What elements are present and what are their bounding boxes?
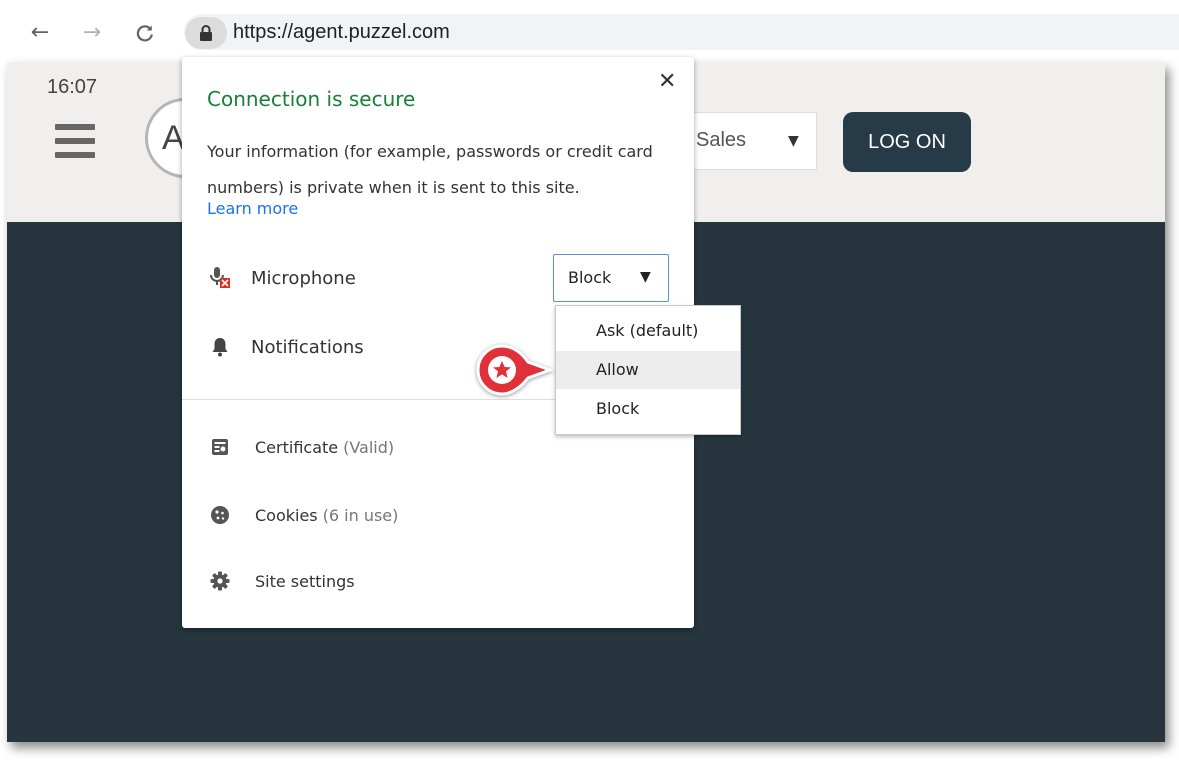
caret-down-icon: ▼ (788, 133, 799, 149)
certificate-status: (Valid) (343, 437, 395, 457)
option-block[interactable]: Block (556, 390, 740, 428)
site-settings-label: Site settings (255, 571, 355, 591)
connection-description: Your information (for example, passwords… (207, 142, 653, 197)
permission-label: Notifications (251, 336, 364, 358)
close-icon[interactable]: ✕ (658, 69, 676, 94)
certificate-label: Certificate (255, 437, 339, 457)
permission-microphone: Microphone (207, 263, 356, 293)
certificate-row[interactable]: Certificate (Valid) (207, 432, 394, 462)
caret-down-icon: ▼ (640, 269, 651, 285)
cookies-count: (6 in use) (322, 505, 399, 525)
select-value: Block (568, 268, 612, 287)
browser-toolbar: ← → https://agent.puzzel.com (0, 0, 1179, 62)
hamburger-menu-icon[interactable] (55, 124, 95, 158)
permission-label: Microphone (251, 267, 356, 289)
option-ask-default[interactable]: Ask (default) (556, 312, 740, 350)
cookies-row[interactable]: Cookies (6 in use) (207, 500, 398, 530)
logon-button[interactable]: LOG ON (843, 112, 971, 172)
cookies-label: Cookies (255, 505, 318, 525)
forward-icon[interactable]: → (78, 19, 106, 47)
microphone-permission-select[interactable]: Block ▼ (553, 254, 669, 302)
bell-icon (207, 334, 233, 360)
clock: 16:07 (47, 76, 98, 98)
url-text[interactable]: https://agent.puzzel.com (233, 21, 450, 44)
lock-icon[interactable] (185, 17, 227, 49)
back-icon[interactable]: ← (26, 19, 54, 47)
learn-more-link[interactable]: Learn more (207, 199, 298, 218)
gear-icon (207, 568, 233, 594)
queue-select[interactable]: Sales ▼ (689, 112, 817, 170)
callout-marker-icon (476, 344, 555, 396)
connection-title: Connection is secure (207, 87, 416, 111)
site-settings-row[interactable]: Site settings (207, 566, 355, 596)
certificate-icon (207, 434, 233, 460)
option-allow[interactable]: Allow (556, 351, 740, 389)
microphone-blocked-icon (207, 265, 233, 291)
queue-select-value: Sales (696, 129, 747, 151)
cookie-icon (207, 502, 233, 528)
permission-notifications: Notifications (207, 332, 364, 362)
permission-dropdown: Ask (default) Allow Block (555, 305, 741, 435)
reload-icon[interactable] (131, 19, 159, 47)
